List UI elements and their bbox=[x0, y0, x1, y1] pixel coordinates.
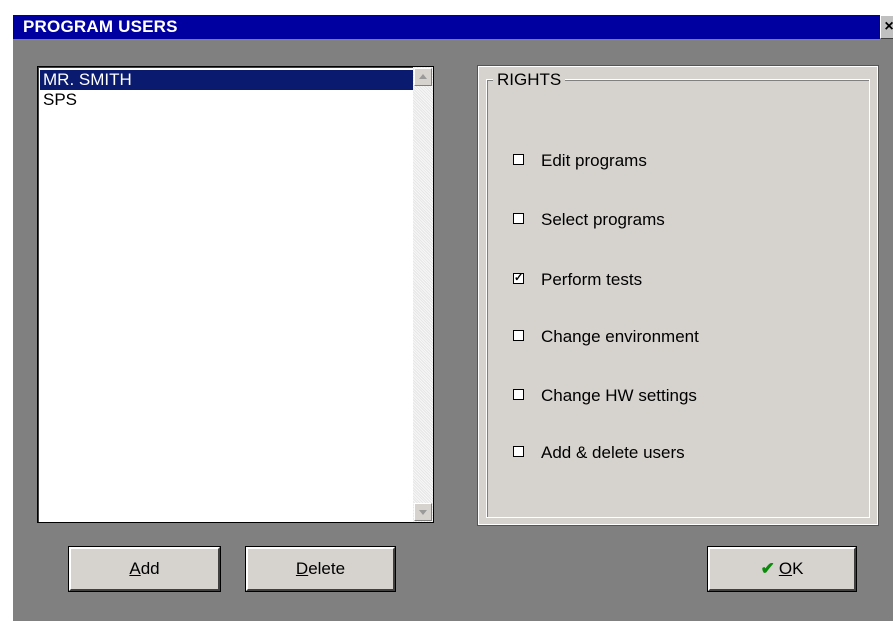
checkbox-label[interactable]: Add & delete users bbox=[541, 442, 685, 464]
close-icon[interactable]: × bbox=[880, 15, 893, 39]
mnemonic: D bbox=[295, 559, 309, 578]
arrow-up-icon bbox=[419, 74, 427, 79]
ok-button[interactable]: ✔ OK bbox=[707, 546, 857, 592]
list-item[interactable]: MR. SMITH bbox=[40, 70, 413, 90]
checkbox-label[interactable]: Change environment bbox=[541, 326, 699, 348]
checkbox-label[interactable]: Perform tests bbox=[541, 269, 642, 291]
button-label: elete bbox=[308, 559, 346, 578]
checkbox-box[interactable] bbox=[513, 446, 524, 457]
checkbox-box[interactable] bbox=[513, 389, 524, 400]
dialog-body: MR. SMITH SPS RIGHTS Edit programs Selec… bbox=[13, 39, 893, 621]
list-item[interactable]: SPS bbox=[40, 90, 413, 110]
rights-legend: RIGHTS bbox=[493, 70, 566, 90]
vertical-scrollbar[interactable] bbox=[413, 67, 433, 522]
checkbox-box[interactable] bbox=[513, 154, 524, 165]
checkbox-label[interactable]: Change HW settings bbox=[541, 385, 697, 407]
checkbox-box[interactable] bbox=[513, 213, 524, 224]
checkbox-box[interactable] bbox=[513, 330, 524, 341]
checkbox-label[interactable]: Select programs bbox=[541, 209, 665, 231]
scroll-down-button[interactable] bbox=[414, 503, 432, 521]
mnemonic: A bbox=[129, 559, 141, 578]
users-listbox[interactable]: MR. SMITH SPS bbox=[37, 66, 434, 523]
program-users-window: PROGRAM USERS × MR. SMITH SPS RIGHTS Edi… bbox=[0, 0, 893, 621]
button-label: dd bbox=[140, 559, 160, 578]
mnemonic: O bbox=[778, 559, 793, 578]
checkmark-icon: ✔ bbox=[760, 559, 775, 578]
window-title: PROGRAM USERS bbox=[23, 17, 178, 36]
rights-group: RIGHTS Edit programs Select programs ✓ P… bbox=[477, 65, 879, 526]
arrow-down-icon bbox=[419, 510, 427, 515]
checkbox-label[interactable]: Edit programs bbox=[541, 150, 647, 172]
delete-button[interactable]: Delete bbox=[245, 546, 396, 592]
add-button[interactable]: Add bbox=[68, 546, 221, 592]
scroll-up-button[interactable] bbox=[414, 68, 432, 86]
button-label: K bbox=[792, 559, 804, 578]
title-bar[interactable]: PROGRAM USERS × bbox=[13, 15, 893, 39]
checkbox-box[interactable]: ✓ bbox=[513, 273, 524, 284]
